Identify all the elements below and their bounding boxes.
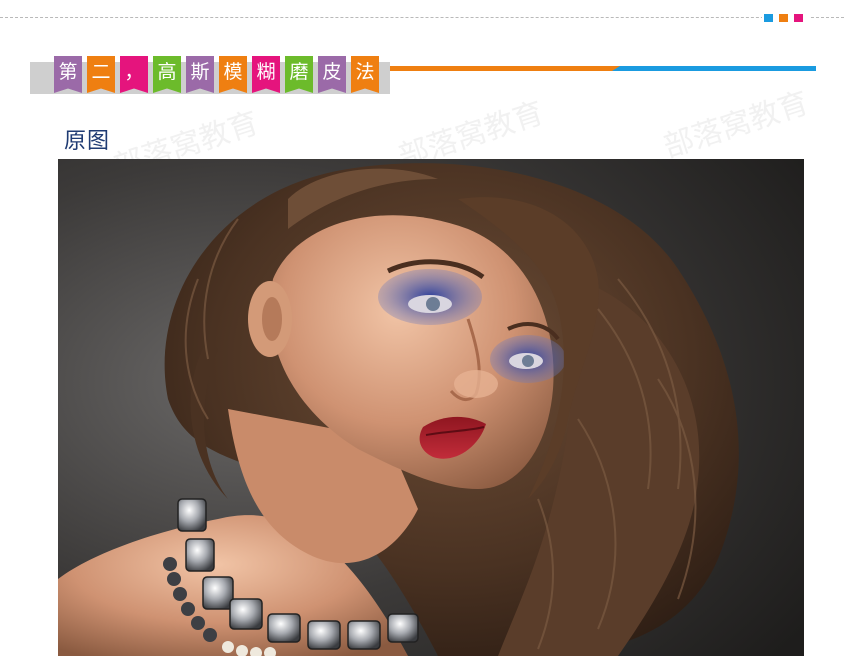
title-tag: 法 (351, 56, 379, 93)
orange-square-icon (779, 14, 788, 22)
title-tag: 糊 (252, 56, 280, 93)
portrait-photo (58, 159, 804, 656)
title-tag: 二 (87, 56, 115, 93)
blue-square-icon (764, 14, 773, 22)
banner-rule-blue (612, 66, 816, 71)
title-tag: 皮 (318, 56, 346, 93)
section-heading: 原图 (64, 129, 111, 154)
top-dashed-divider (0, 17, 844, 18)
title-tag: 模 (219, 56, 247, 93)
title-tag: 第 (54, 56, 82, 93)
title-tag: 磨 (285, 56, 313, 93)
banner-rule-orange (390, 66, 620, 71)
portrait-illustration (58, 159, 804, 656)
title-banner: 第二，高斯模糊磨皮法 (54, 56, 379, 93)
watermark: 部落窝教育 (659, 85, 813, 166)
decor-squares (762, 14, 809, 22)
magenta-square-icon (794, 14, 803, 22)
title-tag: ， (120, 56, 148, 93)
title-tag: 斯 (186, 56, 214, 93)
title-tag: 高 (153, 56, 181, 93)
